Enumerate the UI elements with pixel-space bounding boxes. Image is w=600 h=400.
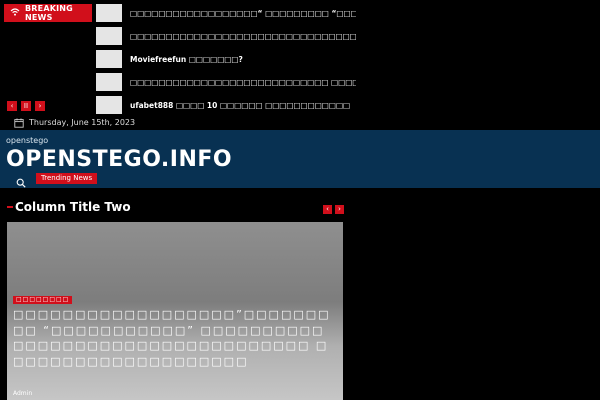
ticker-list: □□□□□□□□□□□□□□□□□□“ □□□□□□□□□ “□□□□□ □□□…: [96, 4, 366, 119]
ticker-next-button[interactable]: ›: [35, 101, 45, 111]
breaking-news-ticker: BREAKING NEWS □□□□□□□□□□□□□□□□□□“ □□□□□□…: [0, 0, 600, 130]
site-header: openstego OPENSTEGO.INFO Trending News: [0, 130, 600, 188]
date-text: Thursday, June 15th, 2023: [29, 118, 136, 127]
ticker-item-title[interactable]: Moviefreefun □□□□□□□?: [130, 55, 356, 64]
ticker-item-title[interactable]: □□□□□□□□□□□□□□□□□□□□□□□□□□□□ □□□□□□: [130, 78, 356, 87]
pause-icon: II: [23, 101, 29, 110]
post-category-badge[interactable]: □□□□□□□□: [13, 296, 73, 304]
breaking-news-text: BREAKING NEWS: [25, 4, 73, 22]
column-prev-button[interactable]: ‹: [323, 205, 332, 214]
ticker-thumbnail[interactable]: [96, 27, 122, 45]
site-subtitle: openstego: [6, 136, 49, 145]
wifi-icon: [10, 7, 20, 19]
ticker-item-title[interactable]: □□□□□□□□□□□□□□□□□□“ □□□□□□□□□ “□□□□□: [130, 9, 356, 18]
column-title-text: Column Title Two: [15, 200, 131, 214]
ticker-thumbnail[interactable]: [96, 73, 122, 91]
featured-post-card[interactable]: □□□□□□□□ □□□□□□□□□□□□□□□□□□”□□□□□□□□□ “□…: [7, 222, 343, 400]
ticker-controls: ‹ II ›: [7, 101, 45, 111]
ticker-item[interactable]: □□□□□□□□□□□□□□□□□□□□□□□□□□□□□□□□□□□□: [96, 27, 366, 45]
title-accent-bar: [7, 206, 13, 208]
ticker-item-title[interactable]: ufabet888 □□□□ 10 □□□□□□ □□□□□□□□□□□□: [130, 101, 356, 110]
chevron-right-icon: ›: [338, 205, 341, 213]
chevron-right-icon: ›: [38, 101, 42, 110]
ticker-thumbnail[interactable]: [96, 4, 122, 22]
site-title[interactable]: OPENSTEGO.INFO: [6, 147, 232, 172]
trending-news-button[interactable]: Trending News: [36, 173, 98, 184]
ticker-thumbnail[interactable]: [96, 96, 122, 114]
post-author[interactable]: Admin: [13, 390, 32, 397]
ticker-pause-button[interactable]: II: [21, 101, 31, 111]
search-icon[interactable]: [16, 173, 26, 188]
chevron-left-icon: ‹: [10, 101, 14, 110]
column-title: Column Title Two: [7, 200, 131, 214]
column-next-button[interactable]: ›: [335, 205, 344, 214]
ticker-item[interactable]: □□□□□□□□□□□□□□□□□□“ □□□□□□□□□ “□□□□□: [96, 4, 366, 22]
column-nav: ‹ ›: [323, 205, 344, 214]
ticker-thumbnail[interactable]: [96, 50, 122, 68]
ticker-item[interactable]: Moviefreefun □□□□□□□?: [96, 50, 366, 68]
ticker-item-title[interactable]: □□□□□□□□□□□□□□□□□□□□□□□□□□□□□□□□□□□□: [130, 32, 356, 41]
ticker-item[interactable]: ufabet888 □□□□ 10 □□□□□□ □□□□□□□□□□□□: [96, 96, 366, 114]
ticker-prev-button[interactable]: ‹: [7, 101, 17, 111]
post-title[interactable]: □□□□□□□□□□□□□□□□□□”□□□□□□□□□ “□□□□□□□□□□…: [13, 307, 333, 369]
breaking-news-label: BREAKING NEWS: [4, 4, 92, 22]
ticker-item[interactable]: □□□□□□□□□□□□□□□□□□□□□□□□□□□□ □□□□□□: [96, 73, 366, 91]
chevron-left-icon: ‹: [326, 205, 329, 213]
